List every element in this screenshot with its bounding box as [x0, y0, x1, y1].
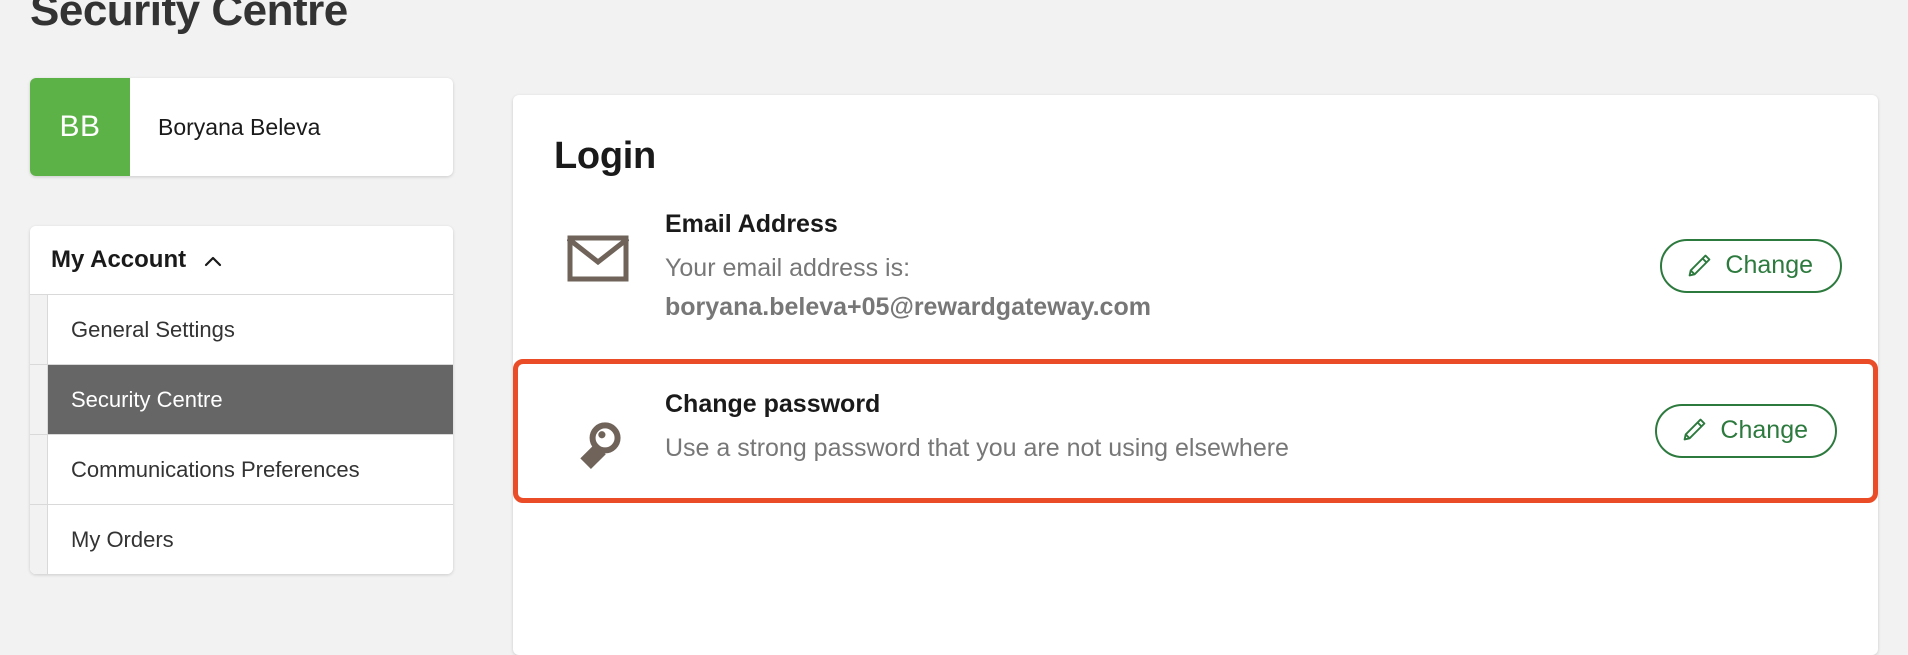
login-settings-card: Login Email Address Your email address i…	[513, 95, 1878, 655]
change-password-button-label: Change	[1720, 415, 1808, 444]
sidebar-section-label: My Account	[51, 246, 187, 273]
key-icon	[553, 386, 665, 476]
row-title: Change password	[665, 389, 881, 418]
email-address-value: boryana.beleva+05@rewardgateway.com	[665, 293, 1151, 322]
change-password-button[interactable]: Change	[1655, 403, 1837, 458]
sidebar-item-label: General Settings	[71, 316, 235, 342]
change-email-button-label: Change	[1725, 251, 1813, 280]
sidebar-item-general-settings[interactable]: General Settings	[30, 294, 453, 364]
sidebar-item-label: Security Centre	[71, 386, 223, 412]
email-address-row: Email Address Your email address is: bor…	[513, 178, 1878, 349]
profile-name: Boryana Beleva	[158, 113, 321, 140]
email-address-content: Email Address Your email address is: bor…	[665, 206, 1640, 327]
row-subtitle: Your email address is:	[665, 253, 911, 282]
email-action-cell: Change	[1640, 239, 1842, 294]
sidebar-item-communications-preferences[interactable]: Communications Preferences	[30, 434, 453, 504]
chevron-up-icon[interactable]	[203, 252, 223, 272]
profile-card[interactable]: BB Boryana Beleva	[30, 78, 453, 176]
sidebar-item-security-centre[interactable]: Security Centre	[30, 364, 453, 434]
account-nav-card: My Account General Settings Security Cen…	[30, 226, 453, 574]
envelope-icon	[553, 206, 665, 282]
pencil-icon	[1686, 253, 1712, 279]
row-title: Email Address	[665, 210, 838, 238]
avatar: BB	[30, 78, 130, 176]
row-subtitle: Use a strong password that you are not u…	[665, 433, 1289, 462]
change-password-content: Change password Use a strong password th…	[665, 386, 1635, 467]
section-heading: Login	[554, 135, 656, 177]
avatar-initials: BB	[59, 110, 101, 143]
sidebar-item-label: My Orders	[71, 526, 174, 552]
sidebar-item-label: Communications Preferences	[71, 456, 360, 482]
change-email-button[interactable]: Change	[1660, 239, 1842, 294]
nav-indent-rail	[30, 295, 48, 364]
nav-indent-rail	[30, 435, 48, 504]
nav-indent-rail	[30, 365, 48, 434]
sidebar-section-my-account[interactable]: My Account	[30, 226, 453, 294]
page-title: Security Centre	[30, 0, 348, 35]
pencil-icon	[1681, 417, 1707, 443]
change-password-row[interactable]: Change password Use a strong password th…	[513, 358, 1878, 503]
password-action-cell: Change	[1635, 403, 1837, 458]
nav-indent-rail	[30, 505, 48, 574]
sidebar: BB Boryana Beleva My Account General Set…	[30, 78, 453, 574]
sidebar-item-my-orders[interactable]: My Orders	[30, 504, 453, 574]
